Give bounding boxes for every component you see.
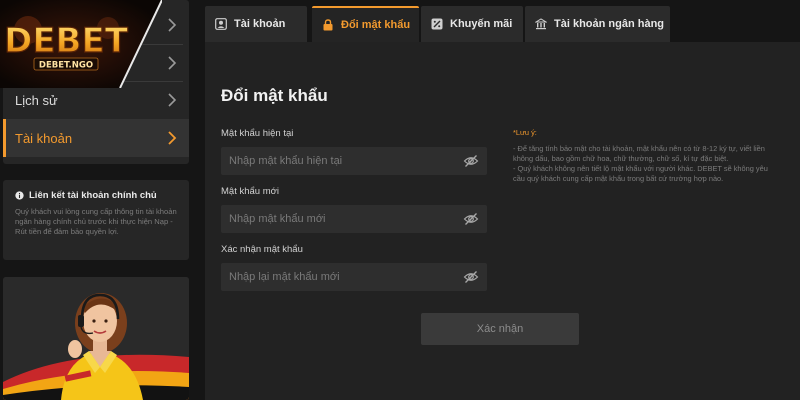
tab-label: Đổi mật khẩu (341, 19, 411, 31)
new-password-label: Mật khẩu mới (221, 186, 279, 197)
tab-label: Khuyến mãi (450, 18, 513, 30)
info-card-title-text: Liên kết tài khoản chính chủ (29, 190, 157, 201)
eye-slash-icon[interactable] (463, 211, 479, 227)
eye-slash-icon[interactable] (463, 269, 479, 285)
chevron-right-icon (168, 93, 177, 107)
confirm-password-label: Xác nhận mật khẩu (221, 244, 303, 255)
new-password-field (221, 205, 487, 233)
tab-label: Tài khoản (234, 18, 286, 30)
info-icon (15, 191, 24, 200)
sidebar-item-label: Lịch sử (15, 92, 58, 108)
info-card-text: Quý khách vui lòng cung cấp thông tin tà… (15, 207, 177, 236)
debet-logo[interactable]: DEBET DEBET.NGO (0, 0, 162, 88)
user-card-icon (215, 18, 227, 30)
confirm-password-input[interactable] (221, 263, 457, 291)
new-password-input[interactable] (221, 205, 457, 233)
logo-domain: DEBET.NGO (39, 61, 93, 71)
confirm-button[interactable]: Xác nhận (421, 313, 579, 345)
change-password-panel: Đổi mật khẩu Mật khẩu hiện tại Mật khẩu … (205, 42, 800, 400)
note-line: - Quý khách không nên tiết lộ mật khẩu v… (513, 164, 768, 183)
current-password-label: Mật khẩu hiện tại (221, 128, 294, 139)
lock-icon (323, 19, 333, 31)
note-line: - Để tăng tính bảo mật cho tài khoản, mậ… (513, 144, 765, 163)
sidebar-item-label: Tài khoản (15, 130, 73, 146)
info-card-title: Liên kết tài khoản chính chủ (15, 190, 179, 201)
password-note: *Lưu ý: - Để tăng tính bảo mật cho tài k… (513, 128, 781, 184)
support-agent-banner (3, 277, 189, 400)
eye-slash-icon[interactable] (463, 153, 479, 169)
bank-icon (535, 18, 547, 30)
chevron-right-icon (168, 131, 177, 145)
tab-change-password[interactable]: Đổi mật khẩu (312, 6, 419, 42)
chevron-right-icon (168, 18, 177, 32)
chevron-right-icon (168, 56, 177, 70)
sidebar: Lịch sử Tài khoản DEBET DEBET.NGO Liên k… (0, 0, 192, 400)
tab-bank-account[interactable]: Tài khoản ngân hàng (525, 6, 670, 42)
page-title: Đổi mật khẩu (221, 86, 328, 105)
tab-account[interactable]: Tài khoản (205, 6, 307, 42)
logo-wordmark: DEBET (4, 21, 129, 61)
current-password-input[interactable] (221, 147, 457, 175)
promo-icon (431, 18, 443, 30)
tab-label: Tài khoản ngân hàng (554, 18, 665, 30)
sidebar-item-account[interactable]: Tài khoản (3, 119, 189, 157)
note-title: *Lưu ý: (513, 128, 537, 137)
current-password-field (221, 147, 487, 175)
support-agent-illustration (3, 277, 189, 400)
tab-promotions[interactable]: Khuyến mãi (421, 6, 523, 42)
linked-account-info-card: Liên kết tài khoản chính chủ Quý khách v… (3, 180, 189, 260)
confirm-password-field (221, 263, 487, 291)
